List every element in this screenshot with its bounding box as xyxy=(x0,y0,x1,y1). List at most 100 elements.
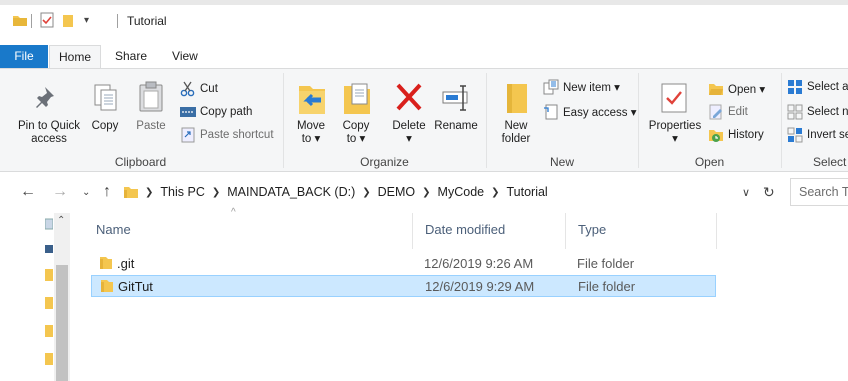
clipboard-group-label: Clipboard xyxy=(114,155,167,169)
new-folder-button[interactable]: New folder xyxy=(498,120,534,146)
delete-button[interactable]: Delete ▾ xyxy=(390,120,428,146)
tab-home[interactable]: Home xyxy=(49,45,101,68)
breadcrumb-chevron-icon[interactable]: ❯ xyxy=(491,187,499,198)
select-none-button[interactable]: Select none xyxy=(787,104,848,120)
history-icon xyxy=(708,127,724,143)
copy-button[interactable]: Copy xyxy=(88,120,122,133)
navigation-bar: ← → ⌄ ↑ ❯ This PC ❯ MAINDATA_BACK (D:) ❯… xyxy=(0,178,848,206)
rename-icon xyxy=(442,83,472,116)
new-item-button[interactable]: New item ▾ xyxy=(543,79,620,95)
properties-quick-icon[interactable] xyxy=(39,11,55,29)
copy-to-button[interactable]: Copy to ▾ xyxy=(337,120,375,146)
move-to-button[interactable]: Move to ▾ xyxy=(291,120,331,146)
new-item-icon xyxy=(543,79,559,95)
nav-item-icon[interactable] xyxy=(44,218,54,233)
title-bar: ▾ Tutorial xyxy=(0,0,848,32)
breadcrumb-tutorial[interactable]: Tutorial xyxy=(506,185,547,199)
nav-folder-icon[interactable] xyxy=(45,297,53,312)
ribbon: Pin to Quick access Copy Paste Cut Copy … xyxy=(0,68,848,172)
delete-icon xyxy=(394,81,424,116)
easy-access-icon xyxy=(543,104,559,120)
open-button[interactable]: Open ▾ xyxy=(708,81,765,97)
folder-icon xyxy=(99,256,113,273)
tab-view[interactable]: View xyxy=(158,45,209,68)
file-date-modified: 12/6/2019 9:29 AM xyxy=(425,279,535,294)
list-item-selected[interactable]: GitTut 12/6/2019 9:29 AM File folder xyxy=(91,275,716,297)
paste-button[interactable]: Paste xyxy=(132,120,170,133)
nav-folder-icon[interactable] xyxy=(45,269,53,284)
organize-group: Move to ▾ Copy to ▾ Delete ▾ Rename Orga… xyxy=(285,69,484,172)
address-dropdown-icon[interactable]: ∨ xyxy=(742,186,750,199)
select-all-icon xyxy=(787,79,803,95)
list-item[interactable]: .git 12/6/2019 9:26 AM File folder xyxy=(91,253,716,275)
breadcrumb-mycode[interactable]: MyCode xyxy=(438,185,485,199)
scroll-up-arrow-icon[interactable]: ⌃ xyxy=(57,215,65,226)
breadcrumb-demo[interactable]: DEMO xyxy=(378,185,416,199)
up-arrow-icon[interactable]: ↑ xyxy=(103,183,111,201)
navigation-pane: ⌃ xyxy=(0,213,70,381)
new-group: New folder New item ▾ Easy access ▾ New xyxy=(488,69,637,172)
folder-app-icon xyxy=(12,11,28,29)
column-header-name[interactable]: Name xyxy=(96,213,131,247)
properties-button[interactable]: Properties ▾ xyxy=(646,120,704,146)
breadcrumb-drive[interactable]: MAINDATA_BACK (D:) xyxy=(227,185,355,199)
breadcrumb-chevron-icon: ❯ xyxy=(145,186,154,198)
copy-path-button[interactable]: Copy path xyxy=(180,104,252,120)
sort-ascending-icon: ^ xyxy=(231,207,236,218)
organize-group-label: Organize xyxy=(360,155,409,169)
select-all-button[interactable]: Select all xyxy=(787,79,848,95)
ribbon-tabs: File Home Share View xyxy=(0,45,848,68)
file-name: .git xyxy=(117,256,135,271)
file-type: File folder xyxy=(577,256,635,271)
move-to-icon xyxy=(297,82,327,119)
folder-icon xyxy=(100,279,114,296)
nav-pane-scrollbar[interactable]: ⌃ xyxy=(54,213,70,381)
file-name: GitTut xyxy=(118,279,153,294)
paste-shortcut-icon xyxy=(180,127,196,143)
open-group: Properties ▾ Open ▾ Edit History Open xyxy=(640,69,779,172)
window-title: Tutorial xyxy=(127,14,167,28)
refresh-icon[interactable]: ↻ xyxy=(763,184,775,201)
invert-selection-button[interactable]: Invert selection xyxy=(787,127,848,143)
breadcrumb-chevron-icon[interactable]: ❯ xyxy=(362,187,370,198)
breadcrumb-chevron-icon[interactable]: ❯ xyxy=(422,187,430,198)
back-arrow-icon[interactable]: ← xyxy=(20,183,36,201)
column-header-date-modified[interactable]: Date modified xyxy=(425,213,505,247)
pin-to-quick-access-button[interactable]: Pin to Quick access xyxy=(16,120,82,146)
select-group: Select all Select none Invert selection … xyxy=(783,69,848,172)
scissors-icon xyxy=(180,81,196,97)
easy-access-button[interactable]: Easy access ▾ xyxy=(543,104,637,120)
search-input[interactable]: Search Tutorial xyxy=(790,178,848,206)
new-folder-quick-icon[interactable] xyxy=(62,11,74,29)
pin-icon xyxy=(36,85,60,114)
open-group-label: Open xyxy=(694,155,725,169)
tab-share[interactable]: Share xyxy=(101,45,158,68)
nav-folder-icon[interactable] xyxy=(45,325,53,340)
copy-to-icon xyxy=(342,82,372,119)
history-button[interactable]: History xyxy=(708,127,764,143)
breadcrumb-this-pc[interactable]: This PC xyxy=(160,185,204,199)
address-bar[interactable]: ❯ This PC ❯ MAINDATA_BACK (D:) ❯ DEMO ❯ … xyxy=(123,178,783,206)
location-folder-icon xyxy=(123,184,139,200)
breadcrumb-chevron-icon[interactable]: ❯ xyxy=(212,187,220,198)
file-date-modified: 12/6/2019 9:26 AM xyxy=(424,256,534,271)
new-group-label: New xyxy=(549,155,574,169)
copy-path-icon xyxy=(180,104,196,120)
recent-locations-chevron-icon[interactable]: ⌄ xyxy=(82,187,90,198)
paste-shortcut-button[interactable]: Paste shortcut xyxy=(180,127,274,143)
nav-item-icon[interactable] xyxy=(45,243,53,257)
new-folder-icon xyxy=(504,81,530,118)
forward-arrow-icon[interactable]: → xyxy=(52,183,68,201)
scrollbar-thumb[interactable] xyxy=(56,265,68,381)
rename-button[interactable]: Rename xyxy=(433,120,479,133)
copy-icon xyxy=(93,83,119,116)
column-header-type[interactable]: Type xyxy=(578,213,606,247)
edit-button[interactable]: Edit xyxy=(708,104,748,120)
select-group-label: Select xyxy=(813,155,847,169)
invert-selection-icon xyxy=(787,127,803,143)
customize-toolbar-icon[interactable]: ▾ xyxy=(84,11,89,29)
nav-folder-icon[interactable] xyxy=(45,353,53,368)
cut-button[interactable]: Cut xyxy=(180,81,218,97)
clipboard-group: Pin to Quick access Copy Paste Cut Copy … xyxy=(0,69,281,172)
tab-file[interactable]: File xyxy=(0,45,48,68)
